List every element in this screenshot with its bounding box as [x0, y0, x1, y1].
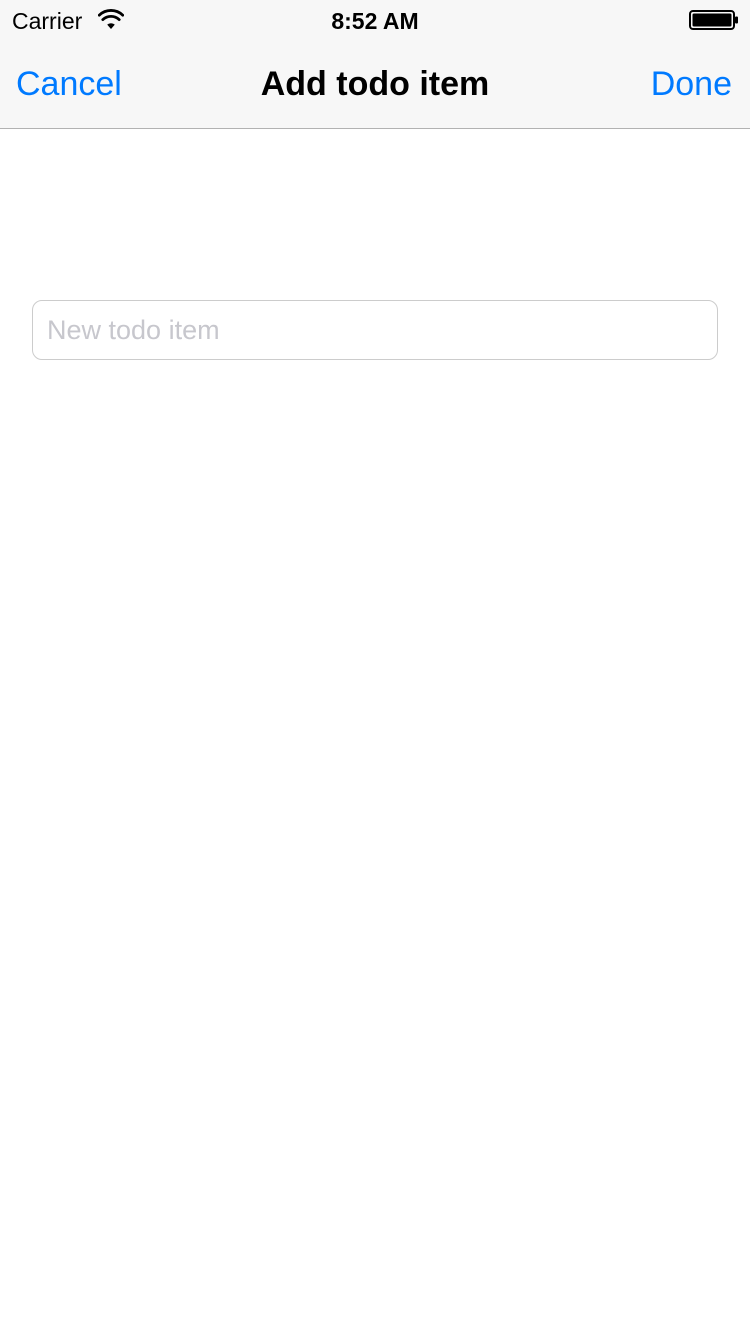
status-time: 8:52 AM [331, 8, 419, 34]
todo-item-input[interactable] [32, 300, 718, 360]
top-bar: Carrier 8:52 AM Cancel Add todo item Don… [0, 0, 750, 129]
done-button[interactable]: Done [651, 64, 732, 104]
status-bar: Carrier 8:52 AM [0, 0, 750, 40]
add-todo-screen: Carrier 8:52 AM Cancel Add todo item Don… [0, 0, 750, 1334]
battery-icon [689, 10, 738, 30]
navigation-bar: Cancel Add todo item Done [0, 40, 750, 128]
page-title: Add todo item [260, 65, 490, 103]
